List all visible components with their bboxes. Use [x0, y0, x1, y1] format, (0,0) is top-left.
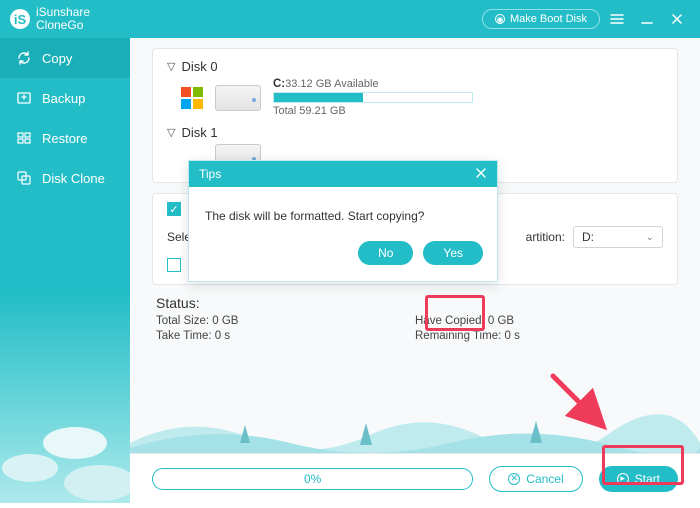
chevron-down-icon: ▽ — [167, 126, 175, 139]
dialog-yes-button[interactable]: Yes — [423, 241, 483, 265]
disk1-header[interactable]: ▽ Disk 1 — [167, 125, 663, 140]
dialog-title: Tips — [199, 167, 221, 181]
start-button[interactable]: ▸ Start — [599, 466, 678, 492]
status-total-size: Total Size: 0 GB — [156, 315, 415, 327]
chevron-down-icon: ▽ — [167, 60, 175, 73]
status-heading: Status: — [156, 295, 674, 311]
restore-icon — [16, 130, 32, 146]
select-partition-label-right: artition: — [526, 230, 565, 244]
after-checkbox[interactable] — [167, 258, 181, 272]
usage-bar — [273, 92, 473, 103]
disc-icon: ◉ — [495, 14, 505, 24]
cancel-label: Cancel — [526, 472, 563, 486]
disk0-title: Disk 0 — [181, 59, 217, 74]
dialog-yes-label: Yes — [443, 246, 463, 260]
dialog-no-label: No — [378, 246, 393, 260]
disk1-title: Disk 1 — [181, 125, 217, 140]
sidebar-item-label: Disk Clone — [42, 171, 105, 186]
cancel-button[interactable]: ✕ Cancel — [489, 466, 582, 492]
sidebar-item-copy[interactable]: Copy — [0, 38, 130, 78]
set-target-checkbox[interactable]: ✓ — [167, 202, 181, 216]
chevron-down-icon: ⌄ — [646, 232, 654, 243]
disk0-partition-row[interactable]: C:33.12 GB Available Total 59.21 GB — [167, 78, 663, 117]
partition-total: Total 59.21 GB — [273, 105, 473, 117]
target-partition-select[interactable]: D: ⌄ — [573, 226, 663, 248]
menu-button[interactable] — [604, 6, 630, 32]
cancel-icon: ✕ — [508, 473, 520, 485]
dialog-titlebar: Tips — [189, 161, 497, 187]
status-take-time: Take Time: 0 s — [156, 330, 415, 342]
sidebar-item-backup[interactable]: Backup — [0, 78, 130, 118]
make-boot-label: Make Boot Disk — [510, 13, 587, 25]
partition-letter: C: — [273, 78, 285, 90]
bottom-bar: 0% ✕ Cancel ▸ Start — [130, 453, 700, 503]
refresh-icon — [16, 50, 32, 66]
backup-icon — [16, 90, 32, 106]
disk-clone-icon — [16, 170, 32, 186]
status-have-copied: Have Copied: 0 GB — [415, 315, 674, 327]
app-logo: iS iSunshare CloneGo — [10, 6, 90, 32]
progress-bar: 0% — [152, 468, 473, 490]
sidebar-item-disk-clone[interactable]: Disk Clone — [0, 158, 130, 198]
dialog-close-button[interactable] — [475, 167, 487, 182]
sidebar-item-label: Restore — [42, 131, 88, 146]
sidebar: Copy Backup Restore Disk Clone — [0, 38, 130, 503]
titlebar: iS iSunshare CloneGo ◉ Make Boot Disk — [0, 0, 700, 38]
minimize-button[interactable] — [634, 6, 660, 32]
dialog-no-button[interactable]: No — [358, 241, 413, 265]
status-remaining: Remaining Time: 0 s — [415, 330, 674, 342]
target-partition-value: D: — [582, 230, 594, 244]
make-boot-disk-button[interactable]: ◉ Make Boot Disk — [482, 9, 600, 29]
close-button[interactable] — [664, 6, 690, 32]
disk0-header[interactable]: ▽ Disk 0 — [167, 59, 663, 74]
sidebar-item-label: Copy — [42, 51, 72, 66]
windows-icon — [181, 87, 203, 109]
brand-line2: CloneGo — [36, 19, 90, 32]
start-label: Start — [635, 472, 660, 486]
sidebar-item-restore[interactable]: Restore — [0, 118, 130, 158]
play-icon: ▸ — [617, 473, 629, 485]
drive-icon — [215, 85, 261, 111]
partition-available: 33.12 GB Available — [285, 78, 378, 90]
sidebar-item-label: Backup — [42, 91, 85, 106]
dialog-message: The disk will be formatted. Start copyin… — [205, 209, 424, 223]
status-block: Status: Total Size: 0 GB Have Copied: 0 … — [152, 295, 678, 342]
logo-icon: iS — [10, 9, 30, 29]
tips-dialog: Tips The disk will be formatted. Start c… — [188, 160, 498, 282]
decorative-clouds — [0, 413, 130, 503]
progress-value: 0% — [304, 472, 321, 486]
